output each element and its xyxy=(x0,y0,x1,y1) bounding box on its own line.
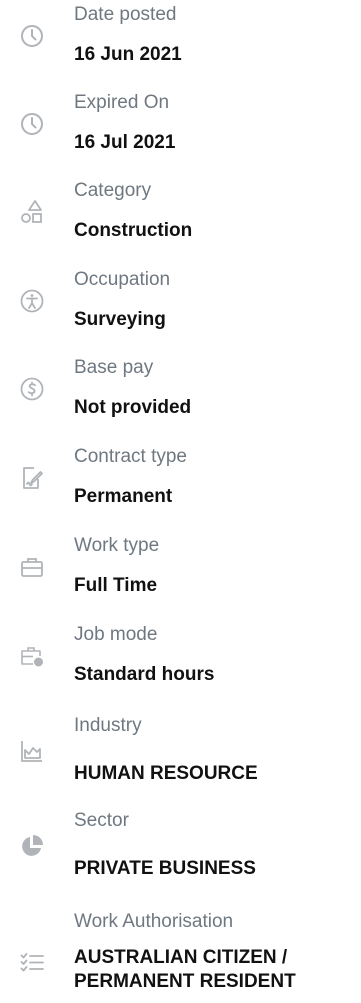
detail-value: HUMAN RESOURCE xyxy=(74,763,258,784)
detail-value: Surveying xyxy=(74,309,166,330)
detail-label: Work Authorisation xyxy=(74,911,234,932)
detail-value: Construction xyxy=(74,220,193,241)
detail-value: Standard hours xyxy=(74,664,215,685)
detail-label: Sector xyxy=(74,810,129,831)
briefcase-clock-icon xyxy=(19,643,45,669)
clock-icon xyxy=(19,23,45,49)
accessibility-icon xyxy=(19,288,45,314)
detail-value: PRIVATE BUSINESS xyxy=(74,858,256,879)
contract-sign-icon xyxy=(19,465,45,491)
detail-label: Date posted xyxy=(74,4,177,25)
detail-label: Occupation xyxy=(74,269,171,290)
detail-label: Expired On xyxy=(74,92,170,113)
briefcase-icon xyxy=(19,554,45,580)
clock-icon xyxy=(19,111,45,137)
dollar-circle-icon xyxy=(19,376,45,402)
detail-value: 16 Jul 2021 xyxy=(74,132,176,153)
detail-label: Base pay xyxy=(74,357,154,378)
checklist-icon xyxy=(19,950,45,976)
detail-label: Category xyxy=(74,180,152,201)
shapes-icon xyxy=(19,199,45,225)
detail-value: AUSTRALIAN CITIZEN / PERMANENT RESIDENT xyxy=(74,947,296,992)
detail-label: Industry xyxy=(74,715,142,736)
detail-value: Permanent xyxy=(74,486,173,507)
detail-value: Not provided xyxy=(74,397,192,418)
pie-chart-icon xyxy=(19,833,45,859)
detail-value: 16 Jun 2021 xyxy=(74,44,182,65)
detail-label: Job mode xyxy=(74,624,158,645)
detail-label: Contract type xyxy=(74,446,187,467)
detail-value: Full Time xyxy=(74,575,158,596)
detail-label: Work type xyxy=(74,535,160,556)
area-chart-icon xyxy=(19,738,45,764)
